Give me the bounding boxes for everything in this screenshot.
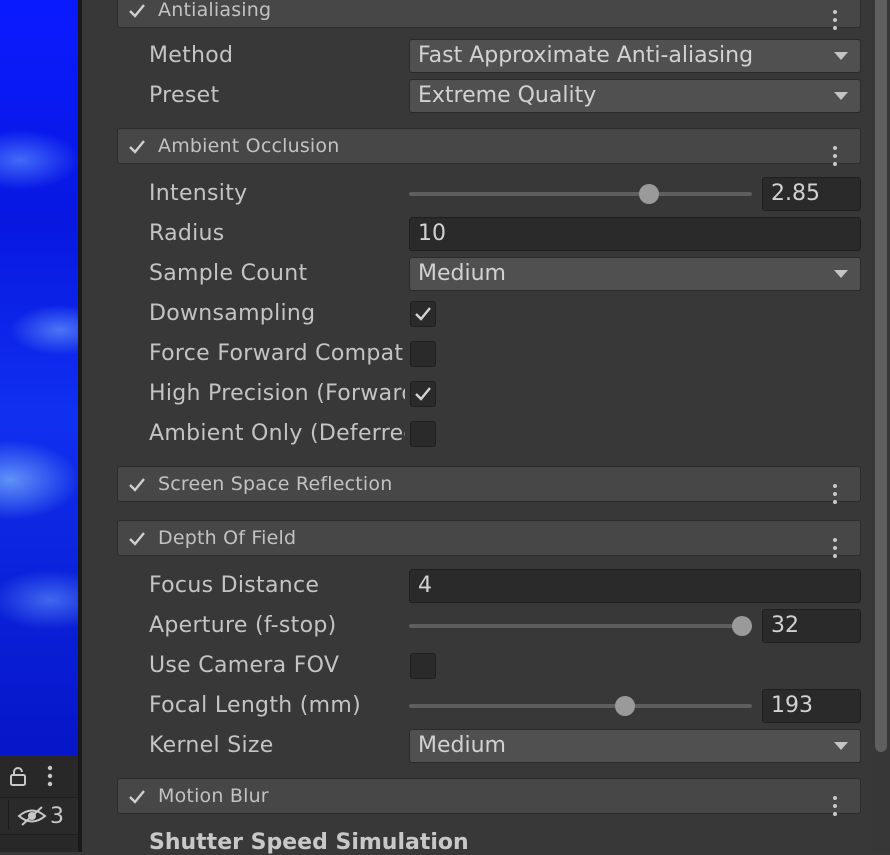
focus-distance-field[interactable]: 4 — [409, 569, 861, 603]
section-header-antialiasing[interactable]: Antialiasing — [117, 0, 861, 31]
aperture-slider-knob[interactable] — [731, 616, 752, 636]
dropdown-arrow-icon — [834, 52, 848, 60]
section-header-motion-blur[interactable]: Motion Blur — [117, 778, 861, 817]
downsampling-label: Downsampling — [149, 301, 316, 326]
intensity-slider-knob[interactable] — [639, 184, 660, 204]
check-icon[interactable] — [128, 2, 146, 20]
focal-length-slider-track[interactable] — [409, 704, 752, 708]
focus-distance-label: Focus Distance — [149, 573, 320, 598]
lock-icon[interactable] — [8, 766, 28, 786]
dropdown-arrow-icon — [834, 92, 848, 100]
radius-field[interactable]: 10 — [409, 217, 861, 251]
intensity-field[interactable]: 2.85 — [762, 177, 861, 211]
intensity-label: Intensity — [149, 181, 248, 206]
section-title: Screen Space Reflection — [158, 473, 393, 495]
aperture-label: Aperture (f-stop) — [149, 613, 337, 638]
radius-label: Radius — [149, 221, 225, 246]
panel-divider[interactable] — [78, 0, 82, 852]
intensity-slider-track[interactable] — [409, 192, 752, 196]
check-icon[interactable] — [128, 476, 146, 494]
downsampling-checkbox[interactable] — [410, 301, 436, 327]
aperture-field[interactable]: 32 — [762, 609, 861, 643]
check-icon[interactable] — [128, 788, 146, 806]
ambient-only-checkbox[interactable] — [410, 421, 436, 447]
method-value: Fast Approximate Anti-aliasing — [418, 43, 754, 68]
force-forward-label: Force Forward Compatibility — [149, 341, 405, 366]
section-title: Antialiasing — [158, 0, 272, 21]
section-title: Depth Of Field — [158, 527, 297, 549]
kebab-menu-icon[interactable] — [44, 764, 56, 788]
preset-dropdown[interactable]: Extreme Quality — [409, 79, 861, 113]
check-icon[interactable] — [128, 138, 146, 156]
section-header-depth-of-field[interactable]: Depth Of Field — [117, 520, 861, 559]
method-label: Method — [149, 43, 234, 68]
hidden-eye-icon[interactable] — [17, 805, 47, 827]
dropdown-arrow-icon — [834, 270, 848, 278]
preset-label: Preset — [149, 83, 220, 108]
ambient-only-label: Ambient Only (Deferred) — [149, 421, 405, 446]
focus-distance-value: 4 — [418, 573, 432, 598]
method-dropdown[interactable]: Fast Approximate Anti-aliasing — [409, 39, 861, 73]
section-title: Motion Blur — [158, 785, 269, 807]
kebab-menu-icon[interactable] — [830, 145, 840, 167]
scrollbar-thumb[interactable] — [875, 0, 887, 752]
kernel-size-value: Medium — [418, 733, 506, 758]
hidden-count: 3 — [50, 804, 64, 829]
sample-count-dropdown[interactable]: Medium — [409, 257, 861, 291]
sample-count-value: Medium — [418, 261, 506, 286]
radius-value: 10 — [418, 221, 446, 246]
high-precision-label: High Precision (Forward) — [149, 381, 405, 406]
intensity-value: 2.85 — [771, 181, 820, 206]
scene-view[interactable] — [0, 0, 78, 755]
focal-length-label: Focal Length (mm) — [149, 693, 362, 718]
section-header-screen-space-reflection[interactable]: Screen Space Reflection — [117, 466, 861, 505]
kebab-menu-icon[interactable] — [830, 795, 840, 817]
aperture-slider-track[interactable] — [409, 624, 752, 628]
sample-count-label: Sample Count — [149, 261, 308, 286]
kebab-menu-icon[interactable] — [830, 9, 840, 31]
kernel-size-label: Kernel Size — [149, 733, 274, 758]
checkmark-icon — [415, 307, 431, 321]
check-icon[interactable] — [128, 530, 146, 548]
dropdown-arrow-icon — [834, 742, 848, 750]
preset-value: Extreme Quality — [418, 83, 597, 108]
high-precision-checkbox[interactable] — [410, 381, 436, 407]
separator — [8, 800, 9, 830]
use-camera-fov-checkbox[interactable] — [410, 653, 436, 679]
section-title: Ambient Occlusion — [158, 135, 340, 157]
aperture-value: 32 — [771, 613, 799, 638]
kebab-menu-icon[interactable] — [830, 537, 840, 559]
section-header-ambient-occlusion[interactable]: Ambient Occlusion — [117, 128, 861, 167]
focal-length-value: 193 — [771, 693, 813, 718]
force-forward-checkbox[interactable] — [410, 341, 436, 367]
checkmark-icon — [415, 387, 431, 401]
kernel-size-dropdown[interactable]: Medium — [409, 729, 861, 763]
focal-length-field[interactable]: 193 — [762, 689, 861, 723]
shutter-speed-subheading: Shutter Speed Simulation — [149, 830, 469, 855]
focal-length-slider-knob[interactable] — [615, 696, 636, 716]
kebab-menu-icon[interactable] — [830, 483, 840, 505]
use-camera-fov-label: Use Camera FOV — [149, 653, 340, 678]
